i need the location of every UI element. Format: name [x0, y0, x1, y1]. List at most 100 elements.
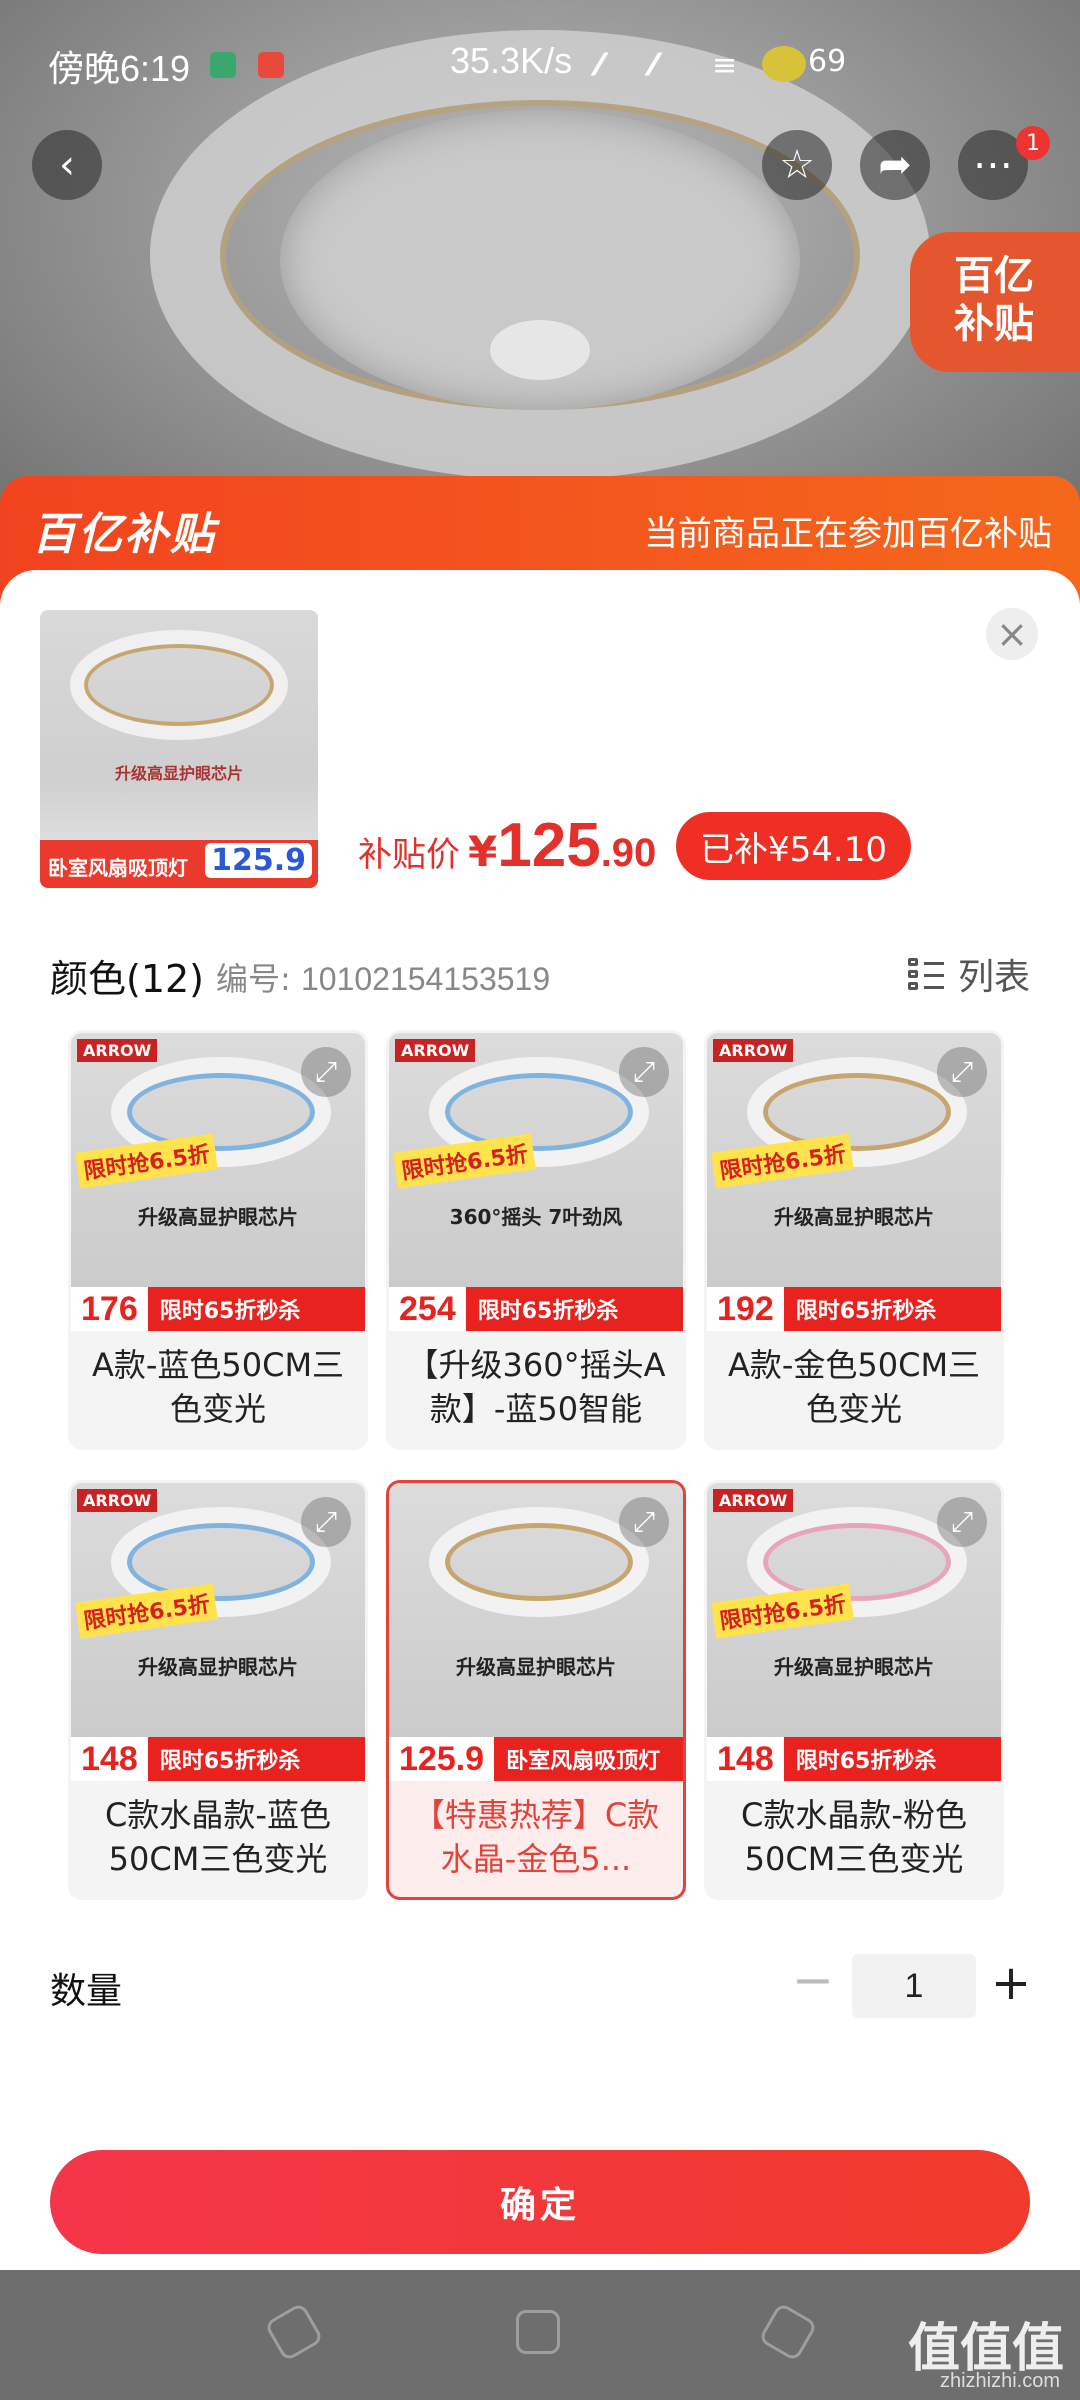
share-icon: ➦	[878, 142, 912, 188]
quantity-increase-button[interactable]: +	[988, 1948, 1034, 2018]
option-tag: 限时65折秒杀	[795, 1749, 937, 1774]
expand-icon[interactable]: ⤢	[937, 1497, 987, 1547]
quantity-input[interactable]: 1	[852, 1954, 976, 2018]
option-price-strip: 192 限时65折秒杀	[707, 1287, 1001, 1331]
expand-icon[interactable]: ⤢	[619, 1047, 669, 1097]
sku-label: 编号:	[216, 960, 291, 998]
close-button[interactable]: ×	[986, 608, 1038, 660]
quantity-decrease-button[interactable]: −	[790, 1950, 836, 2010]
signal-icon: ⁄⁄⁄	[650, 48, 657, 83]
thumb-feature-text: 升级高显护眼芯片	[114, 764, 243, 783]
expand-icon[interactable]: ⤢	[301, 1497, 351, 1547]
option-promo: 限时抢6.5折	[711, 1133, 854, 1189]
option-tag: 限时65折秒杀	[159, 1749, 301, 1774]
battery-level: 69	[808, 44, 847, 79]
favorite-button[interactable]: ☆	[762, 130, 832, 200]
bottom-tab-icon[interactable]	[516, 2310, 560, 2354]
bottom-tab-icon[interactable]	[263, 2301, 325, 2363]
option-price: 148	[707, 1737, 784, 1781]
option-card[interactable]: ARROW ⤢ 限时抢6.5折升级高显护眼芯片 148 限时65折秒杀 C款水晶款-蓝色5…	[68, 1480, 368, 1900]
expand-icon[interactable]: ⤢	[937, 1047, 987, 1097]
notification-app-icon	[258, 52, 284, 78]
share-button[interactable]: ➦	[860, 130, 930, 200]
option-title: 颜色(12)	[50, 957, 205, 1001]
option-name: A款-蓝色50CM三色变光	[91, 1346, 345, 1428]
option-brand: ARROW	[77, 1489, 158, 1512]
option-price-strip: 148 限时65折秒杀	[71, 1737, 365, 1781]
bottom-tab-icon[interactable]	[757, 2301, 819, 2363]
product-thumbnail[interactable]: 升级高显护眼芯片 卧室风扇吸顶灯 125.9	[40, 610, 318, 888]
option-image: ARROW ⤢ 限时抢6.5折 升级高显护眼芯片 148 限时65折秒杀	[707, 1483, 1001, 1781]
expand-icon[interactable]: ⤢	[619, 1497, 669, 1547]
option-price: 176	[71, 1287, 148, 1331]
signal-icon: ⁄⁄⁄	[596, 48, 603, 83]
ellipsis-icon: ⋯	[973, 142, 1013, 188]
option-promo: 限时抢6.5折	[75, 1583, 218, 1639]
price-currency: ¥	[468, 827, 498, 876]
back-button[interactable]: ‹	[32, 130, 102, 200]
thumb-lamp-graphic	[70, 630, 288, 740]
option-lamp-graphic	[429, 1507, 649, 1617]
option-name: 【升级360°摇头A款】-蓝50智能	[406, 1346, 666, 1428]
option-promo: 限时抢6.5折	[393, 1133, 536, 1189]
option-brand: ARROW	[395, 1039, 476, 1062]
option-image: ARROW ⤢ 限时抢6.5折升级高显护眼芯片 148 限时65折秒杀	[71, 1483, 365, 1781]
sku-number: 编号: 10102154153519	[216, 954, 550, 1000]
confirm-button[interactable]: 确定	[50, 2150, 1030, 2254]
option-image: ⤢ 升级高显护眼芯片 125.9 卧室风扇吸顶灯	[389, 1483, 683, 1781]
price-label: 补贴价	[358, 835, 460, 875]
option-card[interactable]: ARROW ⤢ 限时抢6.5折升级高显护眼芯片 192 限时65折秒杀 A款-金色50CM…	[704, 1030, 1004, 1450]
option-card[interactable]: ⤢ 升级高显护眼芯片 125.9 卧室风扇吸顶灯【特惠热荐】C款水晶-金色5...	[386, 1480, 686, 1900]
option-image: ARROW ⤢ 限时抢6.5折升级高显护眼芯片 192 限时65折秒杀	[707, 1033, 1001, 1331]
option-name: C款水晶款-粉色50CM三色变光	[741, 1796, 967, 1878]
thumb-price: 125.9	[205, 843, 312, 878]
subsidy-float-badge[interactable]: 百亿 补贴	[910, 232, 1080, 372]
option-feature: 升级高显护眼芯片	[774, 1205, 934, 1229]
close-icon: ×	[996, 612, 1028, 656]
option-name: 【特惠热荐】C款水晶-金色5...	[412, 1796, 660, 1878]
sku-selection-sheet: 升级高显护眼芯片 卧室风扇吸顶灯 125.9 × 补贴价 ¥ 125 .90 已…	[0, 570, 1080, 2270]
price-integer: 125	[497, 811, 601, 880]
sku-value: 10102154153519	[300, 961, 551, 997]
quantity-label: 数量	[50, 1971, 123, 2012]
battery-icon	[762, 46, 806, 82]
chevron-left-icon: ‹	[59, 142, 75, 188]
option-card[interactable]: ARROW ⤢ 限时抢6.5折 升级高显护眼芯片 176 限时65折秒杀 A款-蓝色50CM…	[68, 1030, 368, 1450]
list-icon	[907, 956, 944, 992]
price-decimal: .90	[600, 831, 657, 875]
option-tag: 限时65折秒杀	[159, 1299, 301, 1324]
option-promo: 限时抢6.5折	[75, 1133, 218, 1189]
option-price: 254	[389, 1287, 466, 1331]
option-image: ARROW ⤢ 限时抢6.5折 升级高显护眼芯片 176 限时65折秒杀	[71, 1033, 365, 1331]
option-price-strip: 176 限时65折秒杀	[71, 1287, 365, 1331]
option-price: 125.9	[389, 1737, 495, 1781]
watermark-url: zhizhizhi.com	[939, 2370, 1060, 2392]
option-tag: 限时65折秒杀	[795, 1299, 937, 1324]
subsidy-float-line1: 百亿	[954, 253, 1034, 299]
option-price: 192	[707, 1287, 784, 1331]
expand-icon[interactable]: ⤢	[301, 1047, 351, 1097]
option-price-strip: 148 限时65折秒杀	[707, 1737, 1001, 1781]
option-brand: ARROW	[713, 1039, 794, 1062]
option-promo: 限时抢6.5折	[711, 1583, 854, 1639]
option-feature: 升级高显护眼芯片	[774, 1655, 934, 1679]
list-view-toggle[interactable]: 列表	[907, 948, 1030, 1000]
option-feature: 360°摇头 7叶劲风	[449, 1205, 623, 1229]
subsidy-message: 当前商品正在参加百亿补贴	[644, 514, 1052, 554]
status-bar: 傍晚6:19 35.3K/s ⁄⁄⁄ ⁄⁄⁄ ≡ 69	[0, 30, 1080, 100]
option-price-strip: 125.9 卧室风扇吸顶灯	[389, 1737, 683, 1781]
option-card[interactable]: ARROW ⤢ 限时抢6.5折 360°摇头 7叶劲风 254 限时65折秒杀【升级360…	[386, 1030, 686, 1450]
option-feature: 升级高显护眼芯片	[456, 1655, 616, 1679]
option-feature: 升级高显护眼芯片	[138, 1655, 298, 1679]
list-label: 列表	[957, 957, 1030, 998]
subsidy-logo: 百亿补贴	[32, 509, 216, 560]
wifi-icon: ≡	[712, 48, 738, 83]
option-name: A款-金色50CM三色变光	[727, 1346, 981, 1428]
option-name: C款水晶款-蓝色50CM三色变光	[105, 1796, 331, 1878]
option-tag: 卧室风扇吸顶灯	[506, 1749, 661, 1774]
subsidy-price: 补贴价 ¥ 125 .90	[358, 810, 656, 881]
option-tag: 限时65折秒杀	[477, 1299, 619, 1324]
option-card[interactable]: ARROW ⤢ 限时抢6.5折 升级高显护眼芯片 148 限时65折秒杀 C款水晶款-粉色5…	[704, 1480, 1004, 1900]
more-badge: 1	[1016, 126, 1050, 160]
fan-hub	[490, 320, 590, 380]
